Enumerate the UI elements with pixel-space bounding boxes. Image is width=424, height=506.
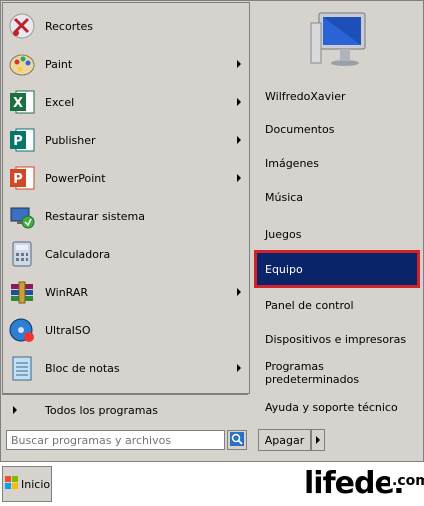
search-icon: [230, 431, 244, 449]
submenu-arrow-icon: [237, 288, 241, 296]
shutdown-options-button[interactable]: [311, 429, 325, 451]
divider: [2, 394, 248, 395]
program-label: WinRAR: [45, 285, 89, 299]
program-item-recortes[interactable]: Recortes: [7, 9, 247, 43]
powerpoint-icon: P: [7, 163, 37, 193]
program-label: Paint: [45, 57, 73, 71]
program-label: Calculadora: [45, 247, 111, 261]
place-label: Programas predeterminados: [265, 360, 360, 386]
program-label: Bloc de notas: [45, 361, 120, 375]
calculator-icon: [7, 239, 37, 269]
notepad-icon: [7, 353, 37, 383]
program-item-paint[interactable]: Paint: [7, 47, 247, 81]
place-item-musica[interactable]: Música: [257, 182, 417, 212]
publisher-icon: P: [7, 125, 37, 155]
scissors-icon: [7, 11, 37, 41]
search-input[interactable]: [6, 430, 225, 450]
logo-suffix: .com: [390, 474, 424, 488]
excel-icon: X: [7, 87, 37, 117]
svg-text:X: X: [13, 96, 23, 111]
windows-logo-icon: [5, 475, 19, 493]
start-button[interactable]: Inicio: [2, 466, 52, 502]
program-item-ultraiso[interactable]: UltraISO: [7, 313, 247, 347]
program-item-calculadora[interactable]: Calculadora: [7, 237, 247, 271]
winrar-icon: [7, 277, 37, 307]
place-item-documentos[interactable]: Documentos: [257, 114, 417, 144]
svg-text:P: P: [13, 134, 23, 149]
place-item-ayuda-y-soporte[interactable]: Ayuda y soporte técnico: [257, 392, 417, 422]
place-label: Ayuda y soporte técnico: [265, 400, 398, 414]
program-label: UltraISO: [45, 323, 91, 337]
chevron-right-icon: [316, 436, 320, 444]
program-label: Excel: [45, 95, 75, 109]
program-item-winrar[interactable]: WinRAR: [7, 275, 247, 309]
program-label: Publisher: [45, 133, 96, 147]
start-menu: Recortes Paint X Excel P Publisher P Pow…: [0, 0, 424, 462]
place-label: Imágenes: [265, 156, 319, 170]
program-item-restaurar-sistema[interactable]: Restaurar sistema: [7, 199, 247, 233]
all-programs-item[interactable]: Todos los programas: [7, 398, 247, 422]
program-item-excel[interactable]: X Excel: [7, 85, 247, 119]
search-button[interactable]: [227, 430, 247, 450]
lifeder-watermark-logo: lifeder .com: [304, 464, 424, 504]
submenu-arrow-icon: [237, 364, 241, 372]
place-label: Panel de control: [265, 298, 354, 312]
place-label: Juegos: [265, 227, 302, 241]
submenu-arrow-icon: [237, 98, 241, 106]
computer-monitor-icon: [305, 9, 369, 69]
ultraiso-icon: [7, 315, 37, 345]
place-label: Equipo: [265, 262, 303, 276]
svg-text:P: P: [13, 172, 23, 187]
place-label: Documentos: [265, 122, 335, 136]
place-item-dispositivos-e-impresoras[interactable]: Dispositivos e impresoras: [257, 324, 417, 354]
program-item-publisher[interactable]: P Publisher: [7, 123, 247, 157]
place-label: Dispositivos e impresoras: [265, 332, 407, 346]
place-item-wilfredoxavier[interactable]: WilfredoXavier: [257, 81, 417, 111]
place-label: WilfredoXavier: [265, 89, 346, 103]
submenu-arrow-icon: [237, 60, 241, 68]
place-item-imagenes[interactable]: Imágenes: [257, 148, 417, 178]
place-item-equipo[interactable]: Equipo: [254, 250, 420, 288]
place-item-juegos[interactable]: Juegos: [257, 219, 417, 249]
program-item-powerpoint[interactable]: P PowerPoint: [7, 161, 247, 195]
shutdown-label: Apagar: [264, 433, 305, 447]
place-item-panel-de-control[interactable]: Panel de control: [257, 290, 417, 320]
submenu-arrow-icon: [237, 174, 241, 182]
program-item-bloc-de-notas[interactable]: Bloc de notas: [7, 351, 247, 385]
shutdown-button[interactable]: Apagar: [258, 429, 311, 451]
paint-palette-icon: [7, 49, 37, 79]
expand-arrow-icon: [13, 406, 17, 414]
place-label: Música: [265, 190, 304, 204]
program-label: PowerPoint: [45, 171, 106, 185]
place-item-programas-predeterminados[interactable]: Programas predeterminados: [257, 358, 417, 388]
submenu-arrow-icon: [237, 136, 241, 144]
all-programs-label: Todos los programas: [45, 403, 158, 417]
system-restore-icon: [7, 201, 37, 231]
program-label: Recortes: [45, 19, 94, 33]
start-label: Inicio: [21, 477, 51, 491]
program-label: Restaurar sistema: [45, 209, 146, 223]
